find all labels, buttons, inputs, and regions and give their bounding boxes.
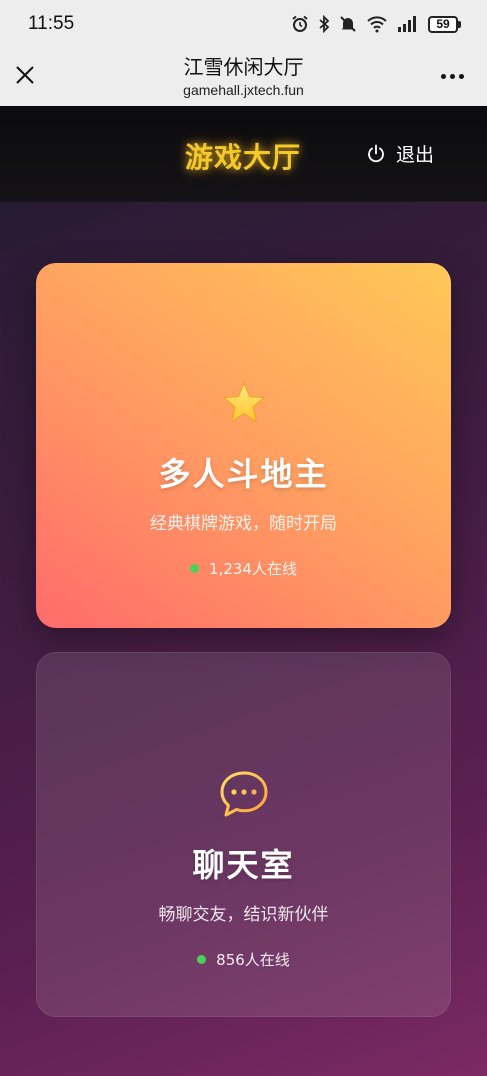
alarm-icon xyxy=(292,15,308,32)
star-icon xyxy=(223,382,264,422)
status-icons: 59 xyxy=(291,15,461,33)
more-dot-icon xyxy=(458,73,464,79)
mute-icon xyxy=(340,16,356,32)
signal-icon xyxy=(398,16,416,32)
close-icon xyxy=(16,66,34,84)
browser-url: gamehall.jxtech.fun xyxy=(183,82,304,98)
more-dot-icon xyxy=(449,73,455,79)
card-icon-wrap xyxy=(221,379,267,427)
logout-button[interactable]: 退出 xyxy=(366,140,434,167)
wifi-icon xyxy=(367,16,387,33)
game-card-doudizhu[interactable]: 多人斗地主 经典棋牌游戏，随时开局 1,234人在线 xyxy=(36,263,451,628)
online-count: 856人在线 xyxy=(197,949,290,970)
bluetooth-icon xyxy=(319,15,330,33)
logout-label: 退出 xyxy=(396,144,435,166)
browser-title-area: 江雪休闲大厅 gamehall.jxtech.fun xyxy=(90,53,397,99)
card-title: 聊天室 xyxy=(192,846,295,884)
game-card-chatroom[interactable]: 聊天室 畅聊交友，结识新伙伴 856人在线 xyxy=(36,652,451,1017)
more-dot-icon xyxy=(440,73,446,79)
chat-bubble-icon xyxy=(220,771,267,817)
card-title: 多人斗地主 xyxy=(158,455,329,493)
power-icon xyxy=(368,144,384,162)
page-title: 游戏大厅 xyxy=(185,141,302,174)
close-button[interactable] xyxy=(12,62,38,88)
status-bar: 11:55 59 xyxy=(0,0,487,48)
online-count-label: 1,234人在线 xyxy=(209,560,297,578)
game-hall-page: 游戏大厅 退出 多人斗地主 经典棋牌游戏，随时开局 1,234人在线 聊天室 畅… xyxy=(0,106,487,1076)
app-header: 游戏大厅 退出 xyxy=(0,106,487,202)
more-menu-button[interactable] xyxy=(437,64,467,88)
browser-bar: 江雪休闲大厅 gamehall.jxtech.fun xyxy=(0,48,487,106)
battery-level: 59 xyxy=(428,15,458,33)
online-status-dot xyxy=(197,955,207,964)
browser-title: 江雪休闲大厅 xyxy=(183,55,304,79)
online-count-label: 856人在线 xyxy=(216,951,290,969)
online-count: 1,234人在线 xyxy=(190,558,297,579)
card-description: 畅聊交友，结识新伙伴 xyxy=(158,905,329,925)
online-status-dot xyxy=(190,564,200,573)
card-icon-wrap xyxy=(218,770,270,818)
status-time: 11:55 xyxy=(28,13,75,34)
battery-icon: 59 xyxy=(428,15,461,33)
card-description: 经典棋牌游戏，随时开局 xyxy=(150,514,337,534)
